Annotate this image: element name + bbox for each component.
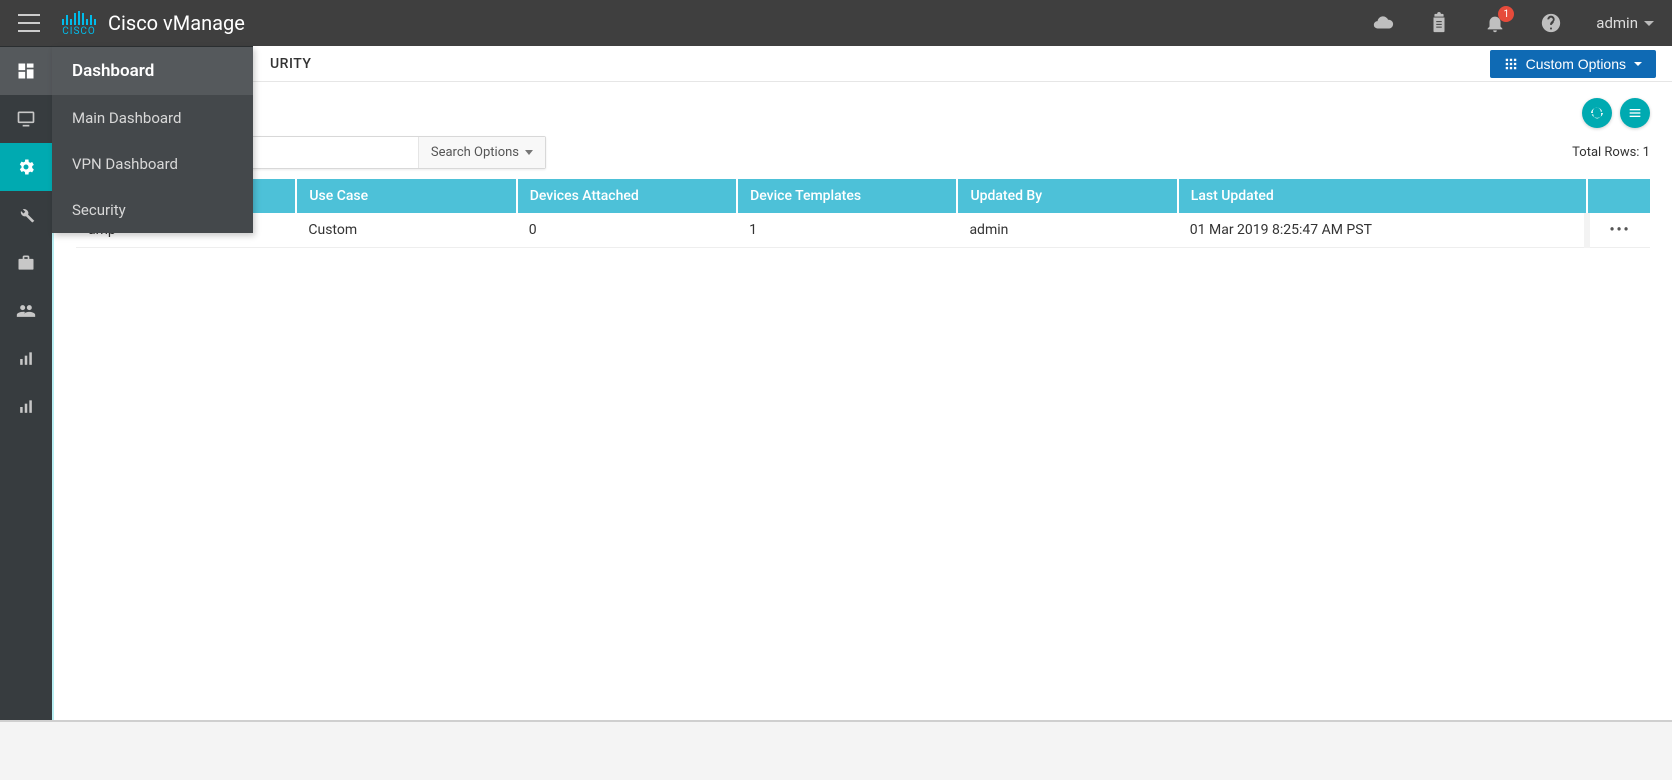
user-menu[interactable]: admin	[1596, 14, 1654, 32]
cell-devices-attached: 0	[517, 213, 737, 248]
sidebar-item-maintenance[interactable]	[0, 239, 52, 287]
col-device-templates[interactable]: Device Templates	[737, 179, 957, 213]
sidebar-item-administration[interactable]	[0, 287, 52, 335]
cell-last-updated: 01 Mar 2019 8:25:47 AM PST	[1178, 213, 1587, 248]
data-table: Description Use Case Devices Attached De…	[76, 179, 1650, 248]
content-area: URITY Custom Options Search Options	[52, 46, 1672, 720]
frame-divider	[0, 720, 1672, 722]
cell-use-case: Custom	[296, 213, 516, 248]
top-bar: CISCO Cisco vManage 1 admin	[0, 0, 1672, 46]
col-devices-attached[interactable]: Devices Attached	[517, 179, 737, 213]
ellipsis-icon: •••	[1609, 222, 1630, 238]
cell-updated-by: admin	[957, 213, 1177, 248]
content-body: Search Options Total Rows: 1 Description…	[54, 82, 1672, 720]
flyout-item-security[interactable]: Security	[52, 187, 253, 233]
sidebar	[0, 46, 52, 720]
sidebar-item-analytics-b[interactable]	[0, 383, 52, 431]
sidebar-item-analytics-a[interactable]	[0, 335, 52, 383]
clipboard-icon[interactable]	[1428, 12, 1450, 34]
caret-down-icon	[1634, 62, 1642, 66]
help-icon[interactable]	[1540, 12, 1562, 34]
chevron-down-icon	[525, 150, 533, 155]
search-options-label: Search Options	[431, 145, 519, 160]
grid-icon	[1504, 57, 1518, 71]
refresh-button[interactable]	[1582, 98, 1612, 128]
list-menu-button[interactable]	[1620, 98, 1650, 128]
col-updated-by[interactable]: Updated By	[957, 179, 1177, 213]
cisco-wordmark: CISCO	[62, 27, 96, 36]
cloud-icon[interactable]	[1372, 12, 1394, 34]
custom-options-label: Custom Options	[1526, 56, 1626, 72]
flyout-title: Dashboard	[52, 47, 253, 95]
cisco-logo: CISCO	[62, 11, 96, 36]
sidebar-item-configuration[interactable]	[0, 143, 52, 191]
flyout-item-vpn-dashboard[interactable]: VPN Dashboard	[52, 141, 253, 187]
user-label: admin	[1596, 14, 1638, 32]
row-actions-button[interactable]: •••	[1587, 213, 1650, 248]
col-use-case[interactable]: Use Case	[296, 179, 516, 213]
breadcrumb-bar: URITY Custom Options	[54, 46, 1672, 82]
total-rows-label: Total Rows: 1	[1572, 145, 1650, 160]
bell-icon[interactable]: 1	[1484, 12, 1506, 34]
cell-device-templates: 1	[737, 213, 957, 248]
sidebar-item-dashboard[interactable]	[0, 47, 52, 95]
notification-badge: 1	[1498, 6, 1514, 22]
custom-options-button[interactable]: Custom Options	[1490, 50, 1656, 78]
menu-toggle-icon[interactable]	[18, 14, 40, 32]
col-actions	[1587, 179, 1650, 213]
col-last-updated[interactable]: Last Updated	[1178, 179, 1587, 213]
table-row[interactable]: amp Custom 0 1 admin 01 Mar 2019 8:25:47…	[76, 213, 1650, 248]
sidebar-item-tools[interactable]	[0, 191, 52, 239]
sidebar-item-monitor[interactable]	[0, 95, 52, 143]
app-title: Cisco vManage	[108, 11, 245, 35]
logo-block: CISCO Cisco vManage	[62, 11, 245, 36]
dashboard-flyout: Dashboard Main Dashboard VPN Dashboard S…	[52, 46, 253, 233]
flyout-item-main-dashboard[interactable]: Main Dashboard	[52, 95, 253, 141]
caret-down-icon	[1644, 21, 1654, 26]
table-header-row: Description Use Case Devices Attached De…	[76, 179, 1650, 213]
figure-id-label: 369309	[1668, 648, 1672, 720]
search-options-dropdown[interactable]: Search Options	[418, 137, 545, 168]
